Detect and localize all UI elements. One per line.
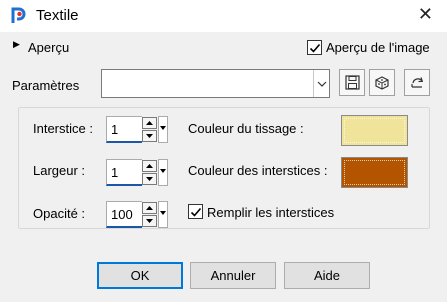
ok-button[interactable]: OK <box>97 262 183 289</box>
slider-popup-icon[interactable] <box>158 159 168 186</box>
largeur-input[interactable]: 1 <box>106 159 142 186</box>
interstice-stepper[interactable]: 1 <box>106 116 168 143</box>
reset-defaults-button[interactable] <box>404 69 430 96</box>
opacite-label: Opacité : <box>33 206 86 221</box>
help-button[interactable]: Aide <box>284 262 370 289</box>
expand-arrow-icon[interactable]: ▶ <box>13 40 20 50</box>
opacite-input[interactable]: 100 <box>106 201 142 228</box>
increment-arrow-icon[interactable] <box>142 202 157 214</box>
interstice-input[interactable]: 1 <box>106 116 142 143</box>
weave-color-swatch[interactable] <box>341 115 408 146</box>
opacite-stepper[interactable]: 100 <box>106 201 168 228</box>
app-logo-icon <box>11 7 26 23</box>
interstice-label: Interstice : <box>33 121 93 136</box>
largeur-label: Largeur : <box>33 163 86 178</box>
presets-dropdown[interactable] <box>101 69 330 98</box>
close-icon[interactable]: ✕ <box>418 6 433 24</box>
checkmark-icon <box>190 207 202 217</box>
slider-popup-icon[interactable] <box>158 116 168 143</box>
increment-arrow-icon[interactable] <box>142 160 157 172</box>
dialog-body: ▶ Aperçu Aperçu de l'image Paramètres In… <box>0 32 447 302</box>
window-title: Textile <box>36 7 79 24</box>
preview-image-label: Aperçu de l'image <box>326 40 430 55</box>
fill-gaps-label: Remplir les interstices <box>207 205 335 220</box>
slider-popup-icon[interactable] <box>158 201 168 228</box>
decrement-arrow-icon[interactable] <box>142 173 157 185</box>
dice-icon <box>375 75 389 90</box>
checkmark-icon <box>309 43 321 53</box>
increment-arrow-icon[interactable] <box>142 117 157 129</box>
reset-arrow-icon <box>411 76 424 88</box>
presets-label: Paramètres <box>12 78 80 93</box>
largeur-stepper[interactable]: 1 <box>106 159 168 186</box>
preview-image-checkbox[interactable] <box>307 40 322 55</box>
decrement-arrow-icon[interactable] <box>142 130 157 142</box>
save-preset-button[interactable] <box>339 69 365 96</box>
fill-gaps-checkbox[interactable] <box>188 204 203 219</box>
preview-toggle-label[interactable]: Aperçu <box>28 40 69 55</box>
floppy-disk-icon <box>344 75 360 90</box>
decrement-arrow-icon[interactable] <box>142 215 157 227</box>
randomize-button[interactable] <box>369 69 395 96</box>
gap-color-label: Couleur des interstices : <box>188 163 328 178</box>
title-bar: Textile ✕ <box>0 0 447 32</box>
chevron-down-icon[interactable] <box>313 70 329 97</box>
cancel-button[interactable]: Annuler <box>190 262 276 289</box>
weave-color-label: Couleur du tissage : <box>188 121 304 136</box>
gap-color-swatch[interactable] <box>341 157 408 188</box>
